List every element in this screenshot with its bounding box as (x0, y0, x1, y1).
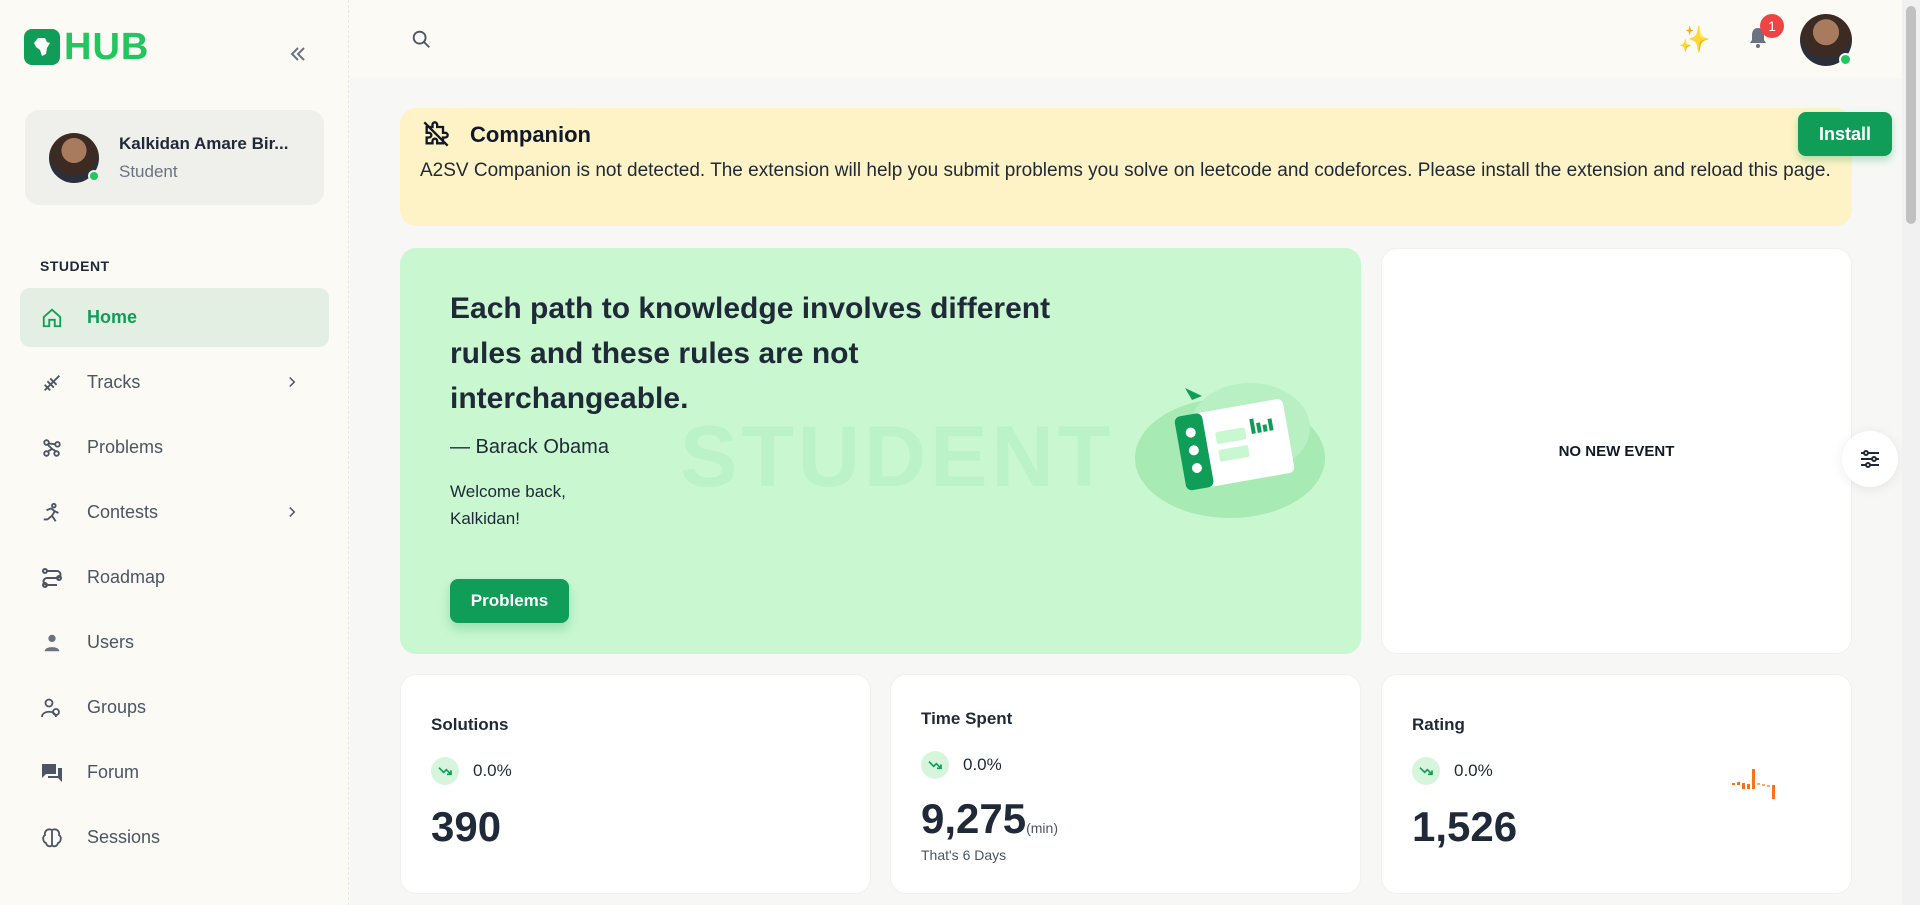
logo[interactable]: HUB (24, 28, 149, 66)
stat-number: 9,275 (921, 795, 1027, 842)
stat-title: Rating (1412, 715, 1465, 734)
sidebar: HUB Kalkidan Amare Bir... Student STUDEN… (0, 0, 349, 905)
africa-logo-icon (24, 29, 60, 65)
sidebar-item-label: Problems (87, 437, 164, 457)
stat-value: 390 (431, 803, 502, 850)
online-status-dot (88, 169, 100, 182)
solutions-stat-card: Solutions 0.0% 390 (400, 674, 871, 894)
sidebar-item-users[interactable]: Users (20, 613, 329, 672)
sidebar-item-groups[interactable]: Groups (20, 678, 329, 737)
hero-watermark: STUDENT (680, 409, 1115, 505)
online-status-dot (1839, 53, 1852, 66)
groups-icon (40, 696, 64, 720)
banner-text: A2SV Companion is not detected. The exte… (420, 160, 1831, 181)
sidebar-item-roadmap[interactable]: Roadmap (20, 548, 329, 607)
avatar (49, 132, 100, 183)
time-spent-stat-card: Time Spent 0.0% 9,275(min) That's 6 Days (890, 674, 1361, 894)
stat-value: 9,275(min) (921, 795, 1058, 843)
welcome-line-2: Kalkidan! (450, 509, 520, 528)
sidebar-item-label: Tracks (87, 372, 141, 392)
stat-unit: (min) (1026, 820, 1058, 836)
hero-author: — Barack Obama (450, 436, 609, 458)
chevron-right-icon (283, 503, 301, 521)
events-card: NO NEW EVENT (1381, 248, 1852, 654)
stat-trend: 0.0% (431, 757, 512, 785)
sidebar-item-forum[interactable]: Forum (20, 743, 329, 802)
problems-icon (40, 436, 64, 460)
main-content: Companion A2SV Companion is not detected… (350, 78, 1902, 905)
sidebar-item-label: Forum (87, 762, 140, 782)
settings-sliders-icon[interactable] (1842, 431, 1898, 487)
user-icon (40, 631, 64, 655)
logo-text: HUB (64, 26, 150, 68)
trend-value: 0.0% (1454, 761, 1493, 780)
sidebar-item-label: Contests (87, 502, 159, 522)
collapse-sidebar-icon[interactable] (286, 42, 310, 66)
sidebar-item-label: Sessions (87, 827, 161, 847)
hero-welcome: Welcome back, Kalkidan! (450, 478, 566, 532)
sidebar-item-label: Roadmap (87, 567, 166, 587)
user-role: Student (119, 161, 178, 181)
sidebar-item-problems[interactable]: Problems (20, 418, 329, 477)
stat-subtext: That's 6 Days (921, 847, 1007, 863)
stat-title: Solutions (431, 715, 509, 734)
avatar[interactable] (1800, 14, 1852, 66)
sidebar-item-label: Groups (87, 697, 147, 717)
user-name: Kalkidan Amare Bir... (119, 133, 289, 153)
stat-trend: 0.0% (921, 751, 1002, 779)
stat-trend: 0.0% (1412, 757, 1493, 785)
welcome-line-1: Welcome back, (450, 482, 566, 501)
no-events-text: NO NEW EVENT (1558, 443, 1675, 460)
sidebar-item-label: Home (87, 307, 138, 327)
chevron-right-icon (283, 373, 301, 391)
trend-value: 0.0% (963, 755, 1002, 774)
trend-value: 0.0% (473, 761, 512, 780)
topbar: ✨ 1 (350, 0, 1902, 78)
scrollbar-thumb[interactable] (1906, 6, 1916, 224)
user-card[interactable]: Kalkidan Amare Bir... Student (25, 110, 324, 205)
problems-button[interactable]: Problems (450, 579, 569, 623)
trend-down-icon (1412, 757, 1440, 785)
hero-card: STUDENT Each path to knowledge involves … (400, 248, 1361, 654)
trend-down-icon (921, 751, 949, 779)
brain-icon (40, 826, 64, 850)
sidebar-item-label: Users (87, 632, 135, 652)
search-icon[interactable] (410, 28, 432, 50)
extension-off-icon (422, 120, 450, 148)
contests-icon (40, 501, 64, 525)
banner-title: Companion (470, 122, 591, 147)
rating-stat-card: Rating 0.0% 1,526 (1381, 674, 1852, 894)
sidebar-nav: Home Tracks Problems Contests Roadmap Us… (20, 288, 329, 873)
notification-badge: 1 (1760, 14, 1784, 38)
forum-icon (40, 761, 64, 785)
sidebar-item-sessions[interactable]: Sessions (20, 808, 329, 867)
page-scrollbar[interactable] (1902, 0, 1920, 905)
rating-sparkline (1732, 765, 1792, 805)
sidebar-item-contests[interactable]: Contests (20, 483, 329, 542)
sidebar-item-tracks[interactable]: Tracks (20, 353, 329, 412)
companion-banner: Companion A2SV Companion is not detected… (400, 108, 1892, 226)
sidebar-section-label: STUDENT (40, 258, 110, 274)
install-button[interactable]: Install (1798, 112, 1892, 156)
trend-down-icon (431, 757, 459, 785)
tracks-icon (40, 371, 64, 395)
stat-value: 1,526 (1412, 803, 1518, 850)
roadmap-icon (40, 566, 64, 590)
dashboard-illustration-icon (1130, 368, 1330, 528)
sidebar-item-home[interactable]: Home (20, 288, 329, 347)
sparkle-icon[interactable]: ✨ (1678, 24, 1710, 55)
home-icon (40, 306, 64, 330)
hero-quote: Each path to knowledge involves differen… (450, 292, 1051, 415)
stat-title: Time Spent (921, 709, 1013, 728)
